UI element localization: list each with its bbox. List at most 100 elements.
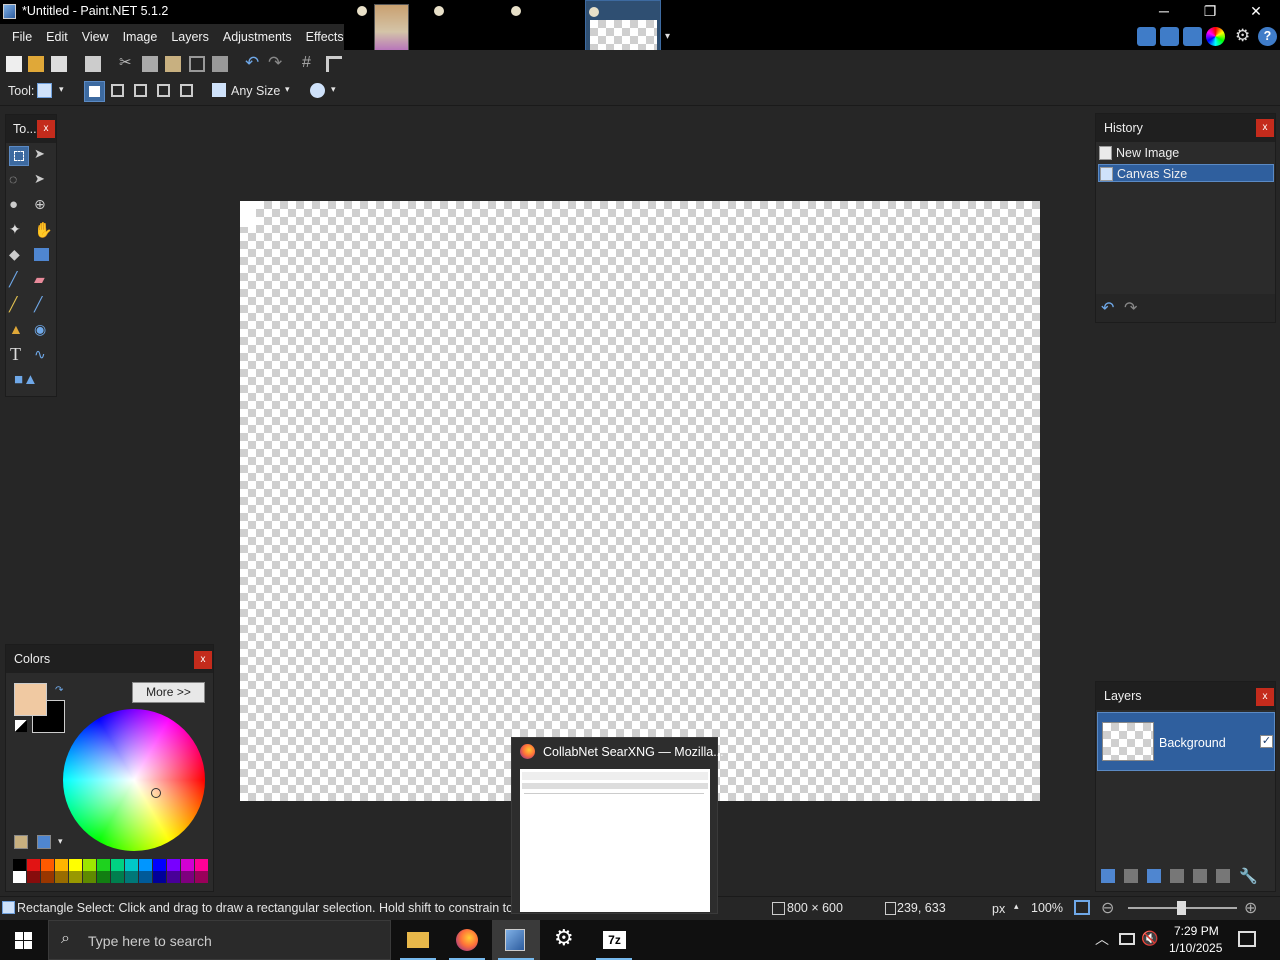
minimize-button[interactable]: ─ — [1141, 0, 1187, 24]
rulers-icon[interactable] — [326, 56, 342, 72]
selection-mode-intersect-icon[interactable] — [157, 84, 170, 97]
open-file-icon[interactable] — [28, 56, 44, 72]
palette-swatch[interactable] — [69, 859, 82, 871]
add-to-palette-icon[interactable] — [14, 835, 28, 849]
palette-swatch[interactable] — [27, 871, 40, 883]
pencil-tool-icon[interactable]: ╱ — [9, 296, 29, 316]
line-curve-tool-icon[interactable]: ∿ — [34, 346, 54, 366]
palette-swatch[interactable] — [195, 859, 208, 871]
shapes-tool-icon[interactable]: ■▲ — [14, 371, 48, 391]
palette-swatch[interactable] — [41, 871, 54, 883]
palette-swatch[interactable] — [111, 859, 124, 871]
menu-adjustments[interactable]: Adjustments — [216, 24, 299, 50]
save-icon[interactable] — [51, 56, 67, 72]
layers-toggle-icon[interactable] — [1183, 27, 1202, 46]
deselect-icon[interactable] — [212, 56, 228, 72]
ellipse-select-tool-icon[interactable]: ● — [9, 196, 29, 216]
duplicate-layer-icon[interactable] — [1147, 869, 1161, 883]
palette-swatch[interactable] — [125, 859, 138, 871]
palette-swatch[interactable] — [13, 871, 26, 883]
grid-icon[interactable]: # — [302, 55, 318, 72]
menu-layers[interactable]: Layers — [164, 24, 216, 50]
units-selector[interactable]: px — [992, 902, 1005, 916]
paint-bucket-tool-icon[interactable]: ◆ — [9, 246, 29, 266]
palette-swatch[interactable] — [139, 871, 152, 883]
close-button[interactable]: ✕ — [1233, 0, 1279, 24]
color-picker-tool-icon[interactable]: ╱ — [34, 296, 54, 316]
menu-effects[interactable]: Effects — [299, 24, 351, 50]
show-hidden-icons-chevron-icon[interactable]: ︿ — [1095, 929, 1109, 949]
antialiasing-dropdown-icon[interactable]: ▾ — [331, 84, 336, 95]
palette-swatch[interactable] — [167, 871, 180, 883]
crop-to-selection-icon[interactable] — [189, 56, 205, 72]
palette-swatch[interactable] — [83, 859, 96, 871]
layers-panel-close-button[interactable]: x — [1256, 688, 1274, 706]
taskbar-file-explorer[interactable] — [394, 920, 442, 960]
cut-icon[interactable]: ✂ — [119, 55, 135, 72]
menu-edit[interactable]: Edit — [39, 24, 75, 50]
palette-swatch[interactable] — [97, 859, 110, 871]
help-icon[interactable]: ? — [1258, 27, 1277, 46]
palette-swatch[interactable] — [111, 871, 124, 883]
palette-swatch[interactable] — [167, 859, 180, 871]
taskbar-thumbnail-popup[interactable]: CollabNet SearXNG — Mozilla... — [511, 737, 724, 914]
palette-swatch[interactable] — [55, 871, 68, 883]
clock-time[interactable]: 7:29 PM — [1174, 924, 1219, 938]
palette-swatch[interactable] — [181, 859, 194, 871]
zoom-slider-thumb[interactable] — [1177, 901, 1186, 915]
move-selection-tool-icon[interactable]: ➤ — [34, 171, 54, 191]
zoom-tool-icon[interactable]: ⊕ — [34, 196, 54, 216]
swap-colors-icon[interactable]: ↷ — [55, 685, 63, 696]
reset-colors-icon[interactable] — [15, 720, 27, 732]
action-center-icon[interactable] — [1238, 931, 1256, 947]
palette-swatch[interactable] — [27, 859, 40, 871]
selection-mode-replace-button[interactable] — [84, 81, 105, 102]
lasso-select-tool-icon[interactable]: ◌ — [9, 171, 29, 191]
image-canvas[interactable] — [240, 201, 1040, 801]
color-wheel-marker[interactable] — [151, 788, 161, 798]
clock-date[interactable]: 1/10/2025 — [1169, 941, 1222, 955]
rectangle-select-tool-icon[interactable] — [9, 146, 29, 166]
print-icon[interactable] — [85, 56, 101, 72]
add-layer-icon[interactable] — [1101, 869, 1115, 883]
start-button-windows-icon[interactable] — [15, 932, 32, 949]
redo-icon[interactable]: ↷ — [268, 54, 284, 72]
antialiasing-icon[interactable] — [310, 83, 325, 98]
taskbar-search-box[interactable]: ⌕ Type here to search — [48, 920, 391, 960]
history-item-canvas-size[interactable]: Canvas Size — [1098, 164, 1274, 182]
menu-image[interactable]: Image — [116, 24, 165, 50]
settings-gear-icon[interactable]: ⚙ — [1235, 27, 1254, 46]
zoom-in-icon[interactable]: ⊕ — [1244, 898, 1257, 918]
history-item-new-image[interactable]: New Image — [1098, 144, 1274, 162]
delete-layer-icon[interactable] — [1124, 869, 1138, 883]
taskbar-7zip[interactable]: 7z — [590, 920, 638, 960]
tools-toggle-icon[interactable] — [1137, 27, 1156, 46]
history-undo-icon[interactable]: ↶ — [1101, 298, 1114, 318]
paste-icon[interactable] — [165, 56, 181, 72]
paintbrush-tool-icon[interactable]: ╱ — [9, 271, 29, 291]
zoom-level-text[interactable]: 100% — [1031, 901, 1063, 915]
palette-swatch[interactable] — [181, 871, 194, 883]
palette-swatch[interactable] — [55, 859, 68, 871]
history-panel-close-button[interactable]: x — [1256, 119, 1274, 137]
palette-swatch[interactable] — [83, 871, 96, 883]
history-redo-icon[interactable]: ↷ — [1124, 298, 1137, 318]
layer-visibility-checkbox[interactable]: ✓ — [1260, 735, 1273, 748]
palette-swatch[interactable] — [97, 871, 110, 883]
palette-swatch[interactable] — [139, 859, 152, 871]
palette-swatch[interactable] — [195, 871, 208, 883]
menu-view[interactable]: View — [75, 24, 116, 50]
tab-list-icon[interactable]: ▾ — [665, 31, 670, 42]
palette-swatch[interactable] — [41, 859, 54, 871]
palette-swatch[interactable] — [153, 871, 166, 883]
magic-wand-tool-icon[interactable]: ✦ — [9, 221, 29, 241]
menu-file[interactable]: File — [0, 24, 39, 50]
volume-muted-icon[interactable]: 🔇 — [1141, 930, 1158, 947]
network-icon[interactable] — [1119, 933, 1135, 945]
tool-selector-dropdown-icon[interactable]: ▾ — [59, 84, 64, 95]
selection-mode-invert-icon[interactable] — [180, 84, 193, 97]
palette-swatch[interactable] — [153, 859, 166, 871]
zoom-out-icon[interactable]: ⊖ — [1101, 898, 1114, 918]
recolor-tool-icon[interactable]: ◉ — [34, 321, 54, 341]
color-wheel[interactable] — [63, 709, 205, 851]
